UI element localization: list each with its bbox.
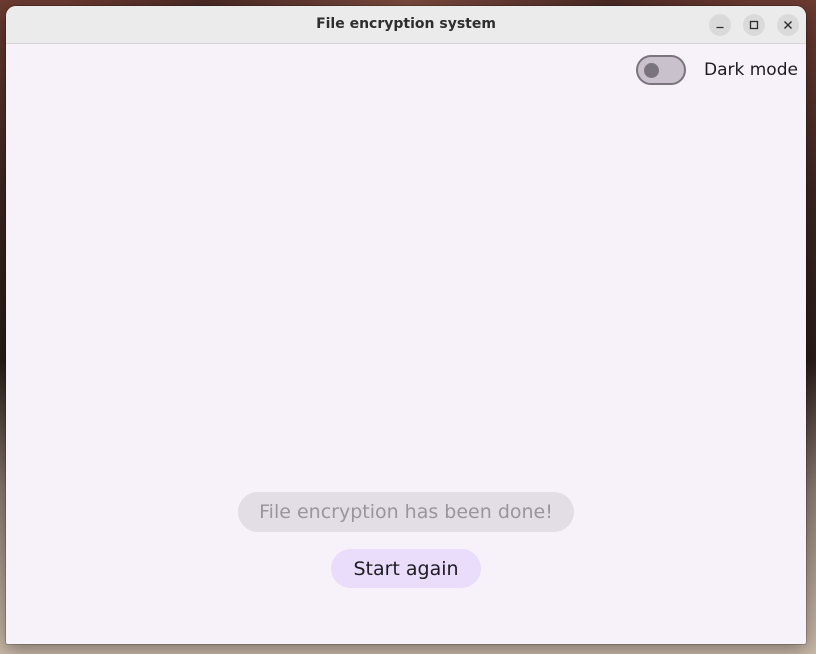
dark-mode-label: Dark mode <box>704 60 798 80</box>
dark-mode-control: Dark mode <box>636 54 798 86</box>
close-icon <box>784 21 792 29</box>
toggle-knob <box>644 63 659 78</box>
maximize-button[interactable] <box>743 14 765 36</box>
title-bar[interactable]: File encryption system <box>6 6 806 44</box>
close-button[interactable] <box>777 14 799 36</box>
status-message: File encryption has been done! <box>238 492 574 532</box>
start-again-button[interactable]: Start again <box>331 549 481 588</box>
app-window: File encryption system Dark mode File en… <box>6 6 806 644</box>
minimize-icon <box>716 26 724 29</box>
dark-mode-toggle[interactable] <box>636 55 686 85</box>
main-content: Dark mode File encryption has been done!… <box>6 44 806 644</box>
window-title: File encryption system <box>316 16 496 32</box>
maximize-icon <box>749 20 759 30</box>
minimize-button[interactable] <box>709 14 731 36</box>
